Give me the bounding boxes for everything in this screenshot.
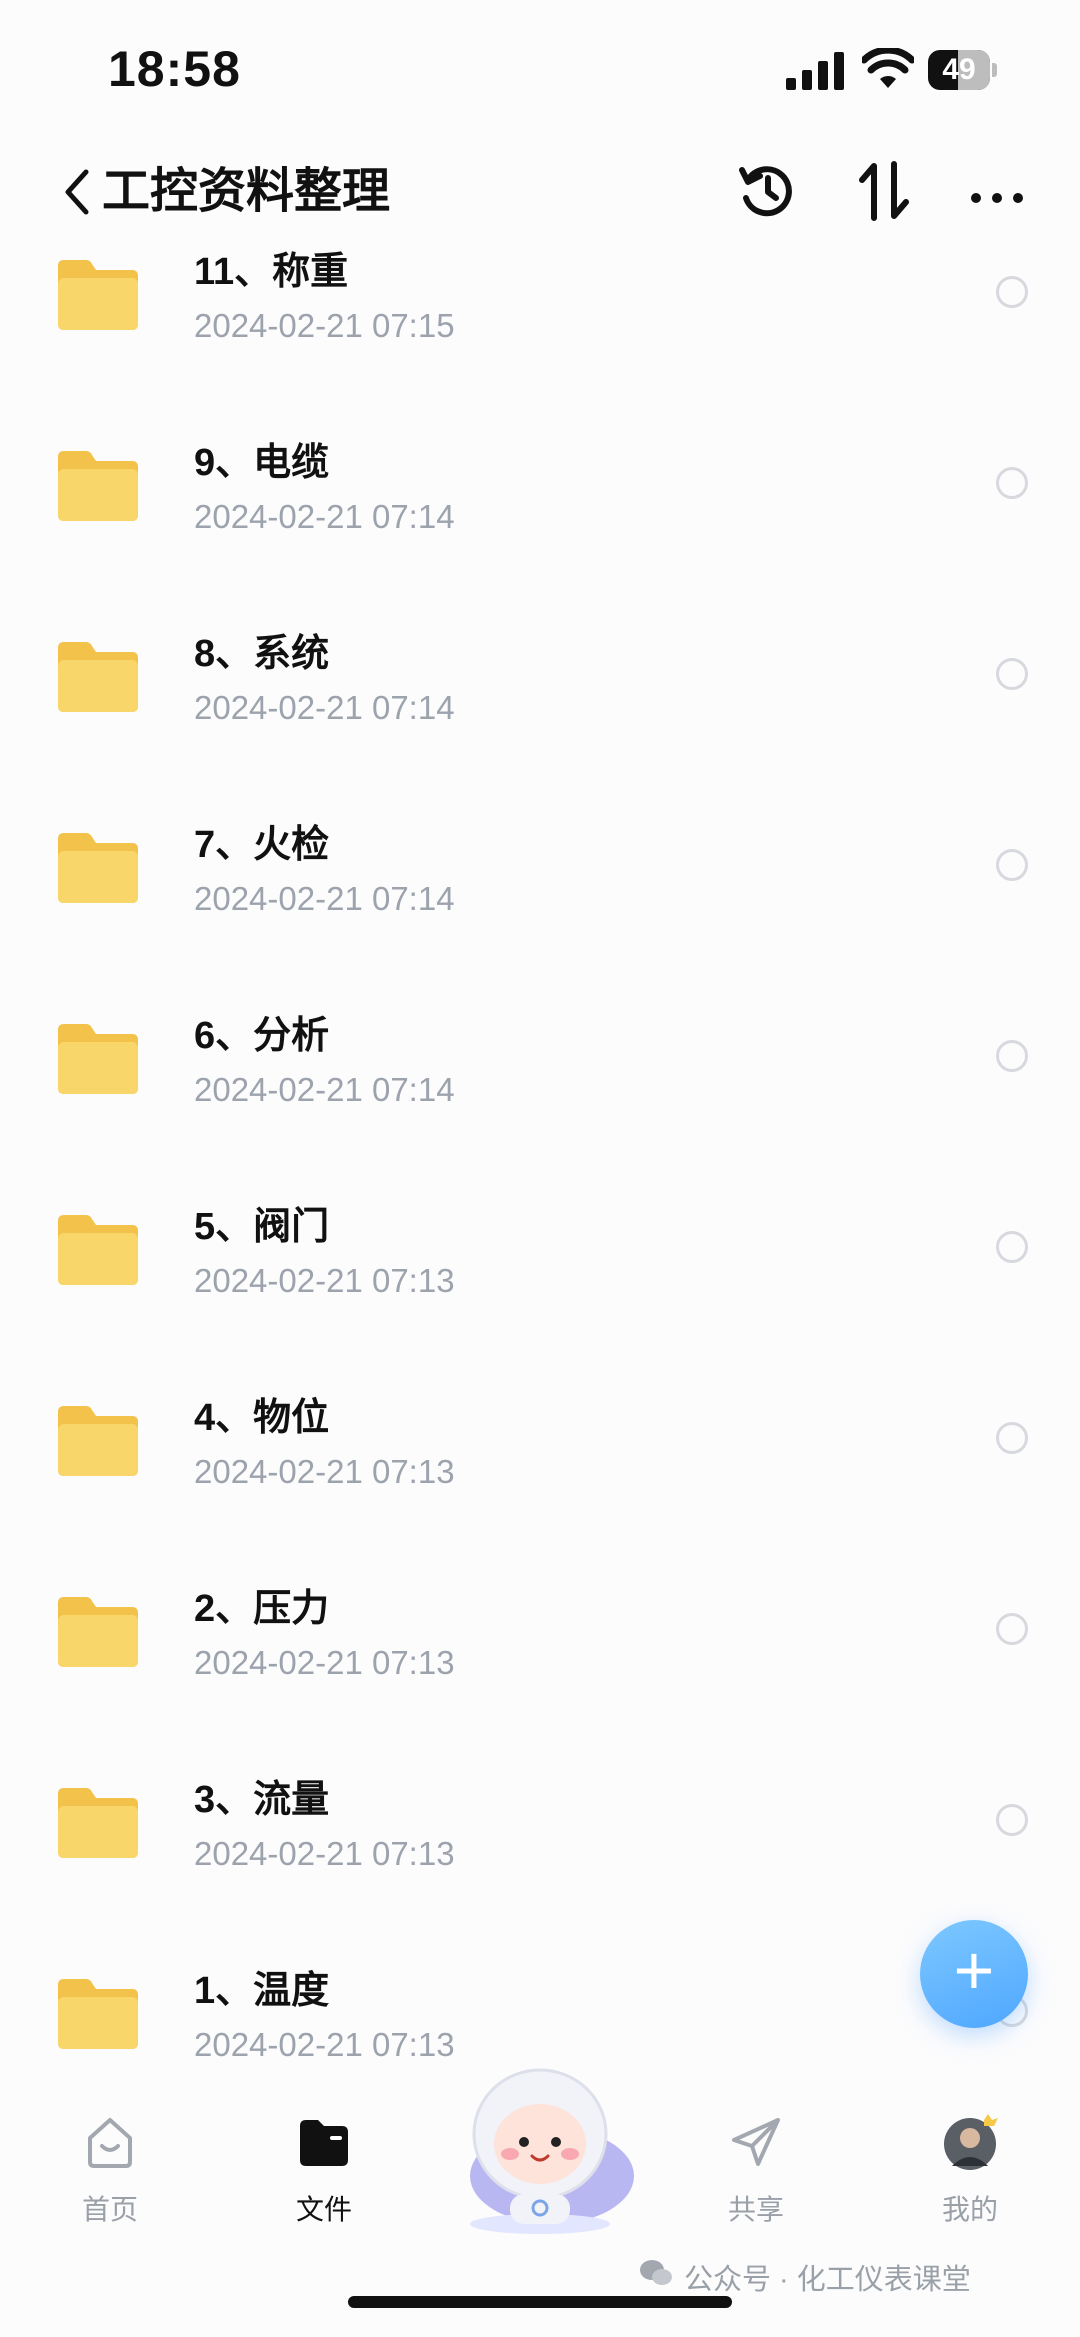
battery-level: 49 bbox=[942, 53, 976, 86]
wechat-icon bbox=[640, 2260, 672, 2285]
file-date: 2024-02-21 07:13 bbox=[194, 2026, 455, 2063]
file-name: 2、压力 bbox=[194, 1588, 330, 1630]
select-radio[interactable] bbox=[996, 276, 1028, 308]
file-name: 6、分析 bbox=[194, 1015, 330, 1057]
file-date: 2024-02-21 07:13 bbox=[194, 1262, 455, 1299]
list-item[interactable]: 8、系统 2024-02-21 07:14 bbox=[0, 612, 1080, 802]
cellular-signal-icon bbox=[786, 52, 844, 90]
tab-mine[interactable]: 我的 bbox=[910, 2112, 1030, 2232]
more-icon[interactable] bbox=[964, 158, 1030, 224]
chevron-left-icon[interactable] bbox=[56, 162, 96, 222]
folder-icon bbox=[300, 2120, 348, 2166]
home-indicator bbox=[348, 2296, 732, 2308]
list-item[interactable]: 2、压力 2024-02-21 07:13 bbox=[0, 1567, 1080, 1757]
list-item[interactable]: 4、物位 2024-02-21 07:13 bbox=[0, 1376, 1080, 1566]
home-icon bbox=[88, 2118, 132, 2168]
watermark-text: 公众号 · 化工仪表课堂 bbox=[684, 2264, 971, 2296]
select-radio[interactable] bbox=[996, 658, 1028, 690]
page-title: 工控资料整理 bbox=[102, 165, 391, 218]
file-date: 2024-02-21 07:13 bbox=[194, 1835, 455, 1872]
tab-share-label: 共享 bbox=[727, 2194, 784, 2225]
folder-icon bbox=[58, 1597, 138, 1667]
file-name: 3、流量 bbox=[194, 1779, 330, 1821]
file-date: 2024-02-21 07:15 bbox=[194, 307, 455, 344]
battery-icon: 49 bbox=[928, 50, 998, 90]
sort-icon[interactable] bbox=[852, 158, 918, 224]
folder-icon bbox=[58, 451, 138, 521]
top-bar: 工控资料整理 bbox=[0, 150, 1080, 240]
mascot-icon[interactable] bbox=[440, 2056, 640, 2236]
list-item[interactable]: 9、电缆 2024-02-21 07:14 bbox=[0, 421, 1080, 611]
tab-mine-label: 我的 bbox=[941, 2194, 998, 2225]
send-icon bbox=[732, 2118, 780, 2166]
list-item[interactable]: 6、分析 2024-02-21 07:14 bbox=[0, 994, 1080, 1184]
folder-icon bbox=[58, 260, 138, 330]
select-radio[interactable] bbox=[996, 1040, 1028, 1072]
add-button[interactable]: + bbox=[920, 1920, 1028, 2028]
folder-icon bbox=[58, 833, 138, 903]
list-item[interactable]: 11、称重 2024-02-21 07:15 bbox=[0, 230, 1080, 420]
file-name: 11、称重 bbox=[194, 251, 349, 293]
file-name: 7、火检 bbox=[194, 824, 330, 866]
file-date: 2024-02-21 07:14 bbox=[194, 1071, 455, 1108]
select-radio[interactable] bbox=[996, 467, 1028, 499]
file-name: 4、物位 bbox=[194, 1397, 330, 1439]
folder-icon bbox=[58, 1215, 138, 1285]
status-time: 18:58 bbox=[108, 41, 241, 97]
avatar bbox=[944, 2114, 998, 2170]
file-date: 2024-02-21 07:13 bbox=[194, 1644, 455, 1681]
folder-icon bbox=[58, 1406, 138, 1476]
file-date: 2024-02-21 07:13 bbox=[194, 1453, 455, 1490]
tab-home-label: 首页 bbox=[81, 2194, 138, 2225]
file-name: 8、系统 bbox=[194, 633, 330, 675]
select-radio[interactable] bbox=[996, 1613, 1028, 1645]
list-item[interactable]: 7、火检 2024-02-21 07:14 bbox=[0, 803, 1080, 993]
list-item[interactable]: 3、流量 2024-02-21 07:13 bbox=[0, 1758, 1080, 1948]
file-name: 5、阀门 bbox=[194, 1206, 330, 1248]
history-icon[interactable] bbox=[734, 158, 800, 224]
watermark: 公众号 · 化工仪表课堂 bbox=[640, 2256, 971, 2298]
status-bar: 18:58 49 bbox=[0, 0, 1080, 140]
file-name: 1、温度 bbox=[194, 1970, 330, 2012]
tab-files-label: 文件 bbox=[295, 2194, 352, 2225]
tab-share[interactable]: 共享 bbox=[696, 2112, 816, 2232]
plus-icon: + bbox=[953, 1931, 995, 2009]
tab-files[interactable]: 文件 bbox=[264, 2112, 384, 2232]
file-name: 9、电缆 bbox=[194, 442, 330, 484]
select-radio[interactable] bbox=[996, 849, 1028, 881]
file-date: 2024-02-21 07:14 bbox=[194, 880, 455, 917]
list-item[interactable]: 5、阀门 2024-02-21 07:13 bbox=[0, 1185, 1080, 1375]
folder-icon bbox=[58, 1024, 138, 1094]
select-radio[interactable] bbox=[996, 1422, 1028, 1454]
wifi-icon bbox=[862, 48, 914, 88]
folder-icon bbox=[58, 1788, 138, 1858]
folder-icon bbox=[58, 1979, 138, 2049]
select-radio[interactable] bbox=[996, 1804, 1028, 1836]
tab-home[interactable]: 首页 bbox=[50, 2112, 170, 2232]
file-date: 2024-02-21 07:14 bbox=[194, 689, 455, 726]
folder-icon bbox=[58, 642, 138, 712]
file-date: 2024-02-21 07:14 bbox=[194, 498, 455, 535]
select-radio[interactable] bbox=[996, 1231, 1028, 1263]
